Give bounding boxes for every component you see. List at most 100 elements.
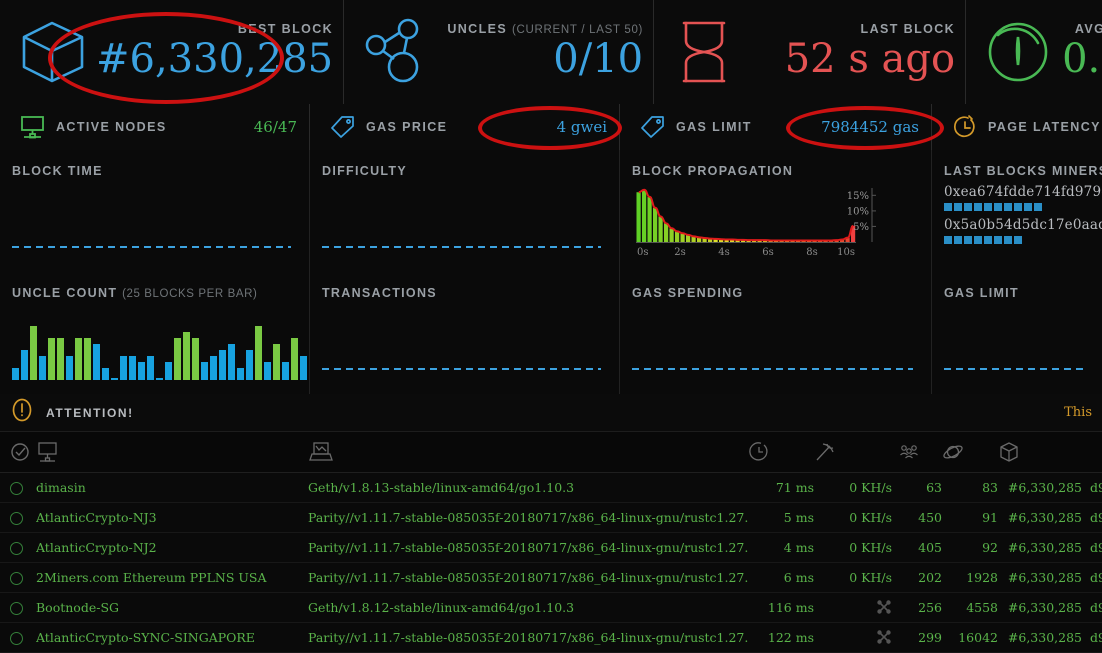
stat-label: Avg Bloc — [1075, 22, 1102, 36]
row-propagation: 91 — [942, 502, 998, 532]
uncles-nodes-icon — [354, 12, 440, 92]
row-latency: 71 ms — [748, 472, 814, 502]
uncle-count-bar — [282, 362, 289, 380]
charts-row-1: Block Time Difficulty Block Propagation … — [0, 150, 1102, 272]
miner-block-square — [964, 203, 972, 211]
row-client: Parity//v1.11.7-stable-085035f-20180717/… — [308, 532, 748, 562]
panel-title: Last Blocks Miners — [944, 164, 1090, 178]
check-circle-icon — [10, 442, 36, 462]
status-ok-icon — [10, 632, 23, 645]
miner-block-squares — [944, 236, 1090, 244]
uncle-count-bar — [183, 332, 190, 380]
stat-gas-price: Gas Price 4 gwei — [310, 104, 620, 150]
row-hashrate — [814, 592, 898, 622]
monitor-node-icon — [36, 441, 308, 463]
th-latency[interactable] — [748, 432, 814, 472]
pickaxe-hashrate-icon — [814, 441, 892, 463]
uncle-count-bar — [129, 356, 136, 380]
empty-chart-baseline — [322, 246, 601, 248]
panel-title: Block Propagation — [632, 164, 919, 178]
miner-block-square — [994, 203, 1002, 211]
panel-title: Transactions — [322, 286, 607, 300]
row-client: Parity//v1.11.7-stable-085035f-20180717/… — [308, 622, 748, 652]
stat-value: 52 s ago — [785, 36, 955, 82]
propagation-x-tick: 8s — [806, 247, 818, 258]
miner-block-square — [1004, 236, 1012, 244]
miners-list: 0xea674fdde714fd979de 0x5a0b54d5dc17e0aad… — [944, 184, 1090, 244]
th-hashrate[interactable] — [814, 432, 898, 472]
row-node-name: AtlanticCrypto-NJ3 — [36, 502, 308, 532]
clock-latency-icon — [748, 441, 814, 463]
th-status[interactable] — [0, 432, 36, 472]
stat-value: 46/47 — [254, 118, 297, 136]
uncle-count-bar — [201, 362, 208, 380]
uncle-count-bar — [264, 362, 271, 380]
status-ok-icon — [10, 572, 23, 585]
stat-label-sub: (current / last 50) — [512, 24, 643, 36]
uncle-count-bar — [291, 338, 298, 380]
row-peers: 405 — [898, 532, 942, 562]
table-row[interactable]: AtlanticCrypto-NJ2Parity//v1.11.7-stable… — [0, 532, 1102, 562]
stat-label: Page Latency — [988, 120, 1101, 134]
charts-row-2: Uncle Count (25 blocks per bar) Transact… — [0, 272, 1102, 394]
row-block-hash: d9600ce — [1082, 562, 1102, 592]
panel-uncle-count: Uncle Count (25 blocks per bar) — [0, 272, 310, 394]
propagation-x-tick: 4s — [718, 247, 730, 258]
miner-entry: 0x5a0b54d5dc17e0aadc3 — [944, 217, 1090, 244]
primary-stats-row: Best Block #6,330,285 — [0, 0, 1102, 104]
miner-address: 0xea674fdde714fd979de — [944, 184, 1090, 200]
miner-block-square — [974, 203, 982, 211]
uncle-count-bar — [102, 368, 109, 380]
table-row[interactable]: Bootnode-SGGeth/v1.8.12-stable/linux-amd… — [0, 592, 1102, 622]
row-block-hash: d9600ce — [1082, 592, 1102, 622]
peers-icon — [898, 441, 942, 463]
th-client[interactable] — [308, 432, 748, 472]
table-row[interactable]: AtlanticCrypto-NJ3Parity//v1.11.7-stable… — [0, 502, 1102, 532]
propagation-x-tick: 2s — [674, 247, 686, 258]
miner-block-square — [1014, 203, 1022, 211]
uncle-count-bar — [237, 368, 244, 380]
panel-title: Difficulty — [322, 164, 607, 178]
th-node-name[interactable] — [36, 432, 308, 472]
uncle-count-bar — [210, 356, 217, 380]
panel-difficulty: Difficulty — [310, 150, 620, 272]
table-row[interactable]: AtlanticCrypto-SYNC-SINGAPOREParity//v1.… — [0, 622, 1102, 652]
uncle-count-bar — [39, 356, 46, 380]
row-block-hash: d9600ce — [1082, 472, 1102, 502]
table-row[interactable]: 2Miners.com Ethereum PPLNS USAParity//v1… — [0, 562, 1102, 592]
uncle-count-bar — [219, 350, 226, 380]
block-cube-icon — [10, 12, 96, 92]
th-block-hash[interactable] — [1082, 432, 1102, 472]
block-icon — [998, 441, 1082, 463]
row-peers: 256 — [898, 592, 942, 622]
uncle-count-bar — [57, 338, 64, 380]
propagation-bar — [648, 197, 652, 242]
uncle-count-bar — [66, 356, 73, 380]
row-block-hash: d9600ce — [1082, 502, 1102, 532]
uncle-count-bar — [93, 344, 100, 380]
row-client: Geth/v1.8.13-stable/linux-amd64/go1.10.3 — [308, 472, 748, 502]
hashrate-disabled-icon — [876, 599, 892, 615]
row-status — [0, 532, 36, 562]
panel-block-propagation: Block Propagation 0s2s4s6s8s10s5%10%15% — [620, 150, 932, 272]
th-peers[interactable] — [898, 432, 942, 472]
stat-avg-block-time: Avg Bloc 0.00 — [966, 0, 1102, 104]
th-propagation[interactable] — [942, 432, 998, 472]
row-propagation: 1928 — [942, 562, 998, 592]
uncle-count-bar — [120, 356, 127, 380]
uncle-count-bar — [111, 378, 118, 380]
tag-icon — [630, 114, 676, 140]
stat-label: Best Block — [238, 22, 333, 36]
table-row[interactable]: dimasinGeth/v1.8.13-stable/linux-amd64/g… — [0, 472, 1102, 502]
row-block: #6,330,285 — [998, 592, 1082, 622]
row-propagation: 92 — [942, 532, 998, 562]
row-client: Parity//v1.11.7-stable-085035f-20180717/… — [308, 562, 748, 592]
th-block[interactable] — [998, 432, 1082, 472]
attention-bar: Attention! This — [0, 394, 1102, 432]
miner-entry: 0xea674fdde714fd979de — [944, 184, 1090, 211]
status-ok-icon — [10, 542, 23, 555]
tag-icon — [320, 114, 366, 140]
row-status — [0, 472, 36, 502]
uncle-count-bar — [12, 368, 19, 380]
miner-block-square — [1024, 203, 1032, 211]
